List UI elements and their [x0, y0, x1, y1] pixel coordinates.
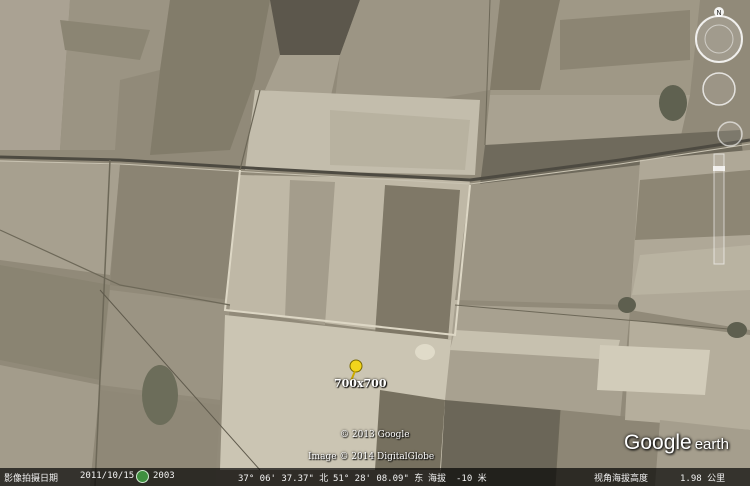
copyright-google: © 2013 Google [340, 430, 410, 440]
elevation-label: 海拔 [428, 474, 447, 484]
eye-altitude: 1.98 公里 [680, 474, 726, 484]
logo-google-text: Google [624, 431, 692, 454]
navigation-controls[interactable]: N [690, 6, 748, 266]
compass-north-label: N [716, 9, 721, 17]
look-joystick-icon[interactable] [702, 72, 736, 106]
imagery-date-label: 影像拍摄日期 [4, 474, 59, 484]
imagery-date: 2011/10/15 [80, 471, 135, 481]
map-viewport[interactable]: 700x700 © 2013 Google Image © 2014 Digit… [0, 0, 750, 486]
status-bar: 影像拍摄日期 2011/10/15 2003 37° 06' 37.37" 北 … [0, 468, 750, 486]
elevation: -10 米 [456, 474, 487, 484]
latitude: 37° 06' 37.37" 北 [238, 474, 329, 484]
google-earth-logo: Google earth [624, 431, 729, 455]
logo-earth-text: earth [694, 436, 729, 453]
eye-altitude-label: 视角海拔高度 [594, 474, 649, 484]
compass-icon[interactable]: N [695, 7, 743, 63]
history-year[interactable]: 2003 [153, 471, 175, 481]
zoom-slider-icon[interactable] [713, 153, 725, 265]
placemark-label[interactable]: 700x700 [334, 377, 386, 390]
longitude: 51° 28' 08.09" 东 [333, 474, 424, 484]
move-joystick-icon[interactable] [717, 121, 743, 147]
clock-icon[interactable] [136, 470, 149, 483]
copyright-imagery: Image © 2014 DigitalGlobe [308, 452, 435, 462]
satellite-imagery[interactable] [0, 0, 750, 486]
